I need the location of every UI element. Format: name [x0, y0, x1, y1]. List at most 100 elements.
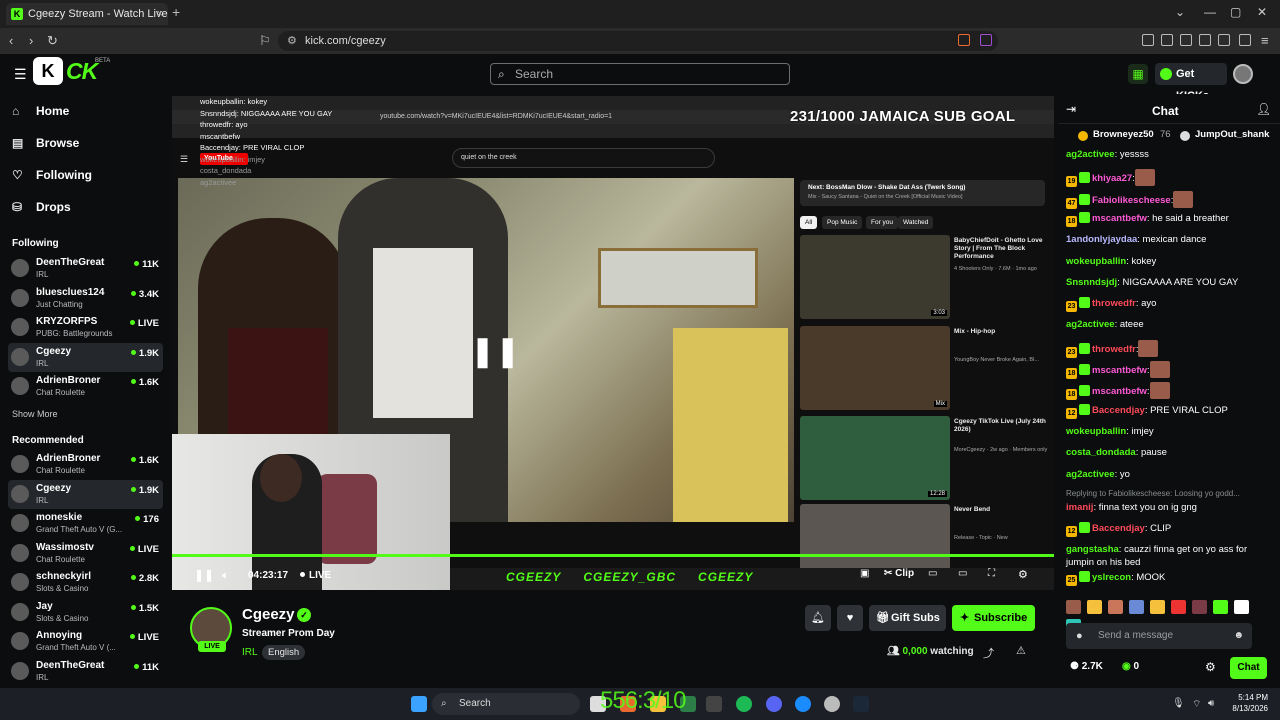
volume-icon[interactable]: 🔈︎: [222, 568, 229, 583]
wallet-icon[interactable]: [1199, 34, 1211, 46]
brave-shield-icon[interactable]: [958, 34, 970, 46]
report-icon[interactable]: ⚠: [1016, 644, 1026, 657]
quick-emote-icon[interactable]: [1171, 600, 1186, 614]
chat-message[interactable]: 23 throwedfr:: [1066, 339, 1274, 358]
chat-username[interactable]: Fabiolikescheese: [1092, 195, 1171, 206]
search-input[interactable]: ⌕ Search: [490, 63, 790, 85]
user-avatar[interactable]: [1233, 64, 1253, 84]
language-tag[interactable]: English: [262, 645, 306, 660]
chat-username[interactable]: gangstasha: [1066, 544, 1119, 555]
channel-row[interactable]: Cgeezy IRL 1.9K: [8, 479, 163, 509]
chat-message[interactable]: costa_dondada: pause: [1066, 446, 1274, 459]
channel-name[interactable]: Cgeezy: [242, 606, 295, 623]
chat-username[interactable]: mscantbefw: [1092, 213, 1147, 224]
chat-username[interactable]: throwedfr: [1092, 298, 1136, 309]
kicks-balance[interactable]: ⚈ 2.7K: [1070, 661, 1103, 672]
steam-icon[interactable]: [853, 696, 869, 712]
chat-username[interactable]: ag2activee: [1066, 319, 1115, 330]
subscribe-button[interactable]: ✦ Subscribe: [952, 605, 1035, 631]
gift-subs-button[interactable]: 🎁︎ Gift Subs: [869, 605, 946, 631]
extensions-icon[interactable]: [1142, 34, 1154, 46]
gifter-name[interactable]: JumpOut_shank: [1195, 129, 1269, 140]
chat-username[interactable]: ag2activee: [1066, 469, 1115, 480]
chat-username[interactable]: ag2activee: [1066, 149, 1115, 160]
chat-message[interactable]: 18 mscantbefw:: [1066, 361, 1274, 379]
quick-emote-icon[interactable]: [1108, 600, 1123, 614]
sidebar-item-following[interactable]: ♡ Following: [12, 168, 92, 182]
theater-icon[interactable]: ▣: [860, 568, 869, 579]
channel-points[interactable]: ◉ 0: [1122, 661, 1139, 672]
discord-icon[interactable]: [766, 696, 782, 712]
forward-icon[interactable]: ›: [29, 33, 33, 48]
gifter-name[interactable]: Browneyez50: [1093, 129, 1154, 140]
progress-bar[interactable]: [172, 554, 1054, 557]
chat-users-icon[interactable]: 👤︎: [1256, 102, 1271, 116]
chat-username[interactable]: yslrecon: [1092, 572, 1131, 583]
back-icon[interactable]: ‹: [9, 33, 13, 48]
channel-row[interactable]: bluesclues124 Just Chatting 3.4K: [8, 284, 163, 313]
channel-row[interactable]: AdrienBroner Chat Roulette 1.6K: [8, 450, 163, 479]
wifi-icon[interactable]: ⌔: [1192, 698, 1201, 711]
captions-icon[interactable]: ▭: [928, 568, 937, 579]
chat-username[interactable]: khiyaa27: [1092, 173, 1132, 184]
send-chat-button[interactable]: Chat: [1230, 657, 1267, 679]
taskbar-search[interactable]: ⌕ Search: [432, 693, 580, 715]
channel-row[interactable]: Jay Slots & Casino 1.5K: [8, 598, 163, 627]
clip-button[interactable]: ✂ Clip: [884, 568, 914, 579]
quick-emote-icon[interactable]: [1213, 600, 1228, 614]
share-icon[interactable]: ⤴: [983, 645, 994, 661]
mic-icon[interactable]: 🎙︎: [1172, 698, 1185, 709]
quick-emote-icon[interactable]: [1129, 600, 1144, 614]
settings-icon[interactable]: ⚙: [1018, 568, 1028, 581]
fullscreen-icon[interactable]: ⛶: [988, 568, 995, 579]
mini-player-icon[interactable]: ▭: [958, 568, 967, 579]
close-window-icon[interactable]: ✕: [1257, 5, 1267, 19]
channel-row[interactable]: KRYZORFPS PUBG: Battlegrounds LIVE: [8, 313, 163, 342]
chat-message[interactable]: 12 Baccendjay: CLIP: [1066, 522, 1274, 538]
emoji-picker-icon[interactable]: ☻: [1233, 623, 1244, 649]
bookmark-icon[interactable]: ⚐: [259, 33, 271, 49]
media-icon[interactable]: [1161, 34, 1173, 46]
sidebar-toggle-icon[interactable]: [1180, 34, 1192, 46]
sidebar-item-home[interactable]: ⌂ Home: [12, 104, 69, 118]
hamburger-menu-icon[interactable]: ☰: [14, 66, 27, 83]
notifications-bell-button[interactable]: 🔔︎: [805, 605, 831, 631]
chat-message[interactable]: 1andonlyjaydaa: mexican dance: [1066, 233, 1274, 246]
brave-rewards-icon[interactable]: [980, 34, 992, 46]
site-info-icon[interactable]: ⚙: [287, 31, 297, 51]
spotify-icon[interactable]: [736, 696, 752, 712]
channel-avatar[interactable]: LIVE: [190, 607, 232, 652]
chat-message[interactable]: 19 khiyaa27:: [1066, 169, 1274, 188]
chat-message[interactable]: 18 mscantbefw: he said a breather: [1066, 211, 1274, 227]
chat-username[interactable]: wokeupballin: [1066, 426, 1126, 437]
chat-username[interactable]: 1andonlyjaydaa: [1066, 234, 1137, 245]
chat-message[interactable]: 12 Baccendjay: PRE VIRAL CLOP: [1066, 403, 1274, 419]
chat-message[interactable]: ag2activee: yo: [1066, 468, 1274, 481]
chat-message-input[interactable]: ● Send a message ☻: [1066, 623, 1252, 649]
video-player[interactable]: youtube.com/watch?v=MKi7ucIEUE4&list=RDM…: [172, 96, 1054, 590]
channel-row[interactable]: DeenTheGreat IRL 11K: [8, 657, 163, 686]
channel-row[interactable]: AdrienBroner Chat Roulette 1.6K: [8, 372, 163, 401]
url-field[interactable]: ⚙ kick.com/cgeezy: [278, 31, 998, 51]
get-kicks-button[interactable]: Get KICKs: [1155, 63, 1227, 102]
close-tab-icon[interactable]: ×: [157, 3, 163, 25]
chat-message[interactable]: Snsnndsjdj: NIGGAAAA ARE YOU GAY: [1066, 276, 1274, 289]
menu-icon[interactable]: ≡: [1261, 33, 1269, 48]
chat-settings-icon[interactable]: ⚙: [1205, 660, 1216, 674]
chat-message[interactable]: 23 throwedfr: ayo: [1066, 297, 1274, 313]
reload-icon[interactable]: ↻: [47, 33, 58, 49]
chat-message[interactable]: gangstasha: cauzzi finna get on yo ass f…: [1066, 543, 1274, 569]
leo-ai-icon[interactable]: [1218, 34, 1230, 46]
quick-emote-icon[interactable]: [1066, 600, 1081, 614]
chat-message[interactable]: 18 mscantbefw:: [1066, 382, 1274, 401]
collapse-chat-icon[interactable]: ⇥: [1066, 102, 1076, 116]
chat-username[interactable]: mscantbefw: [1092, 386, 1147, 397]
follow-heart-button[interactable]: ♥: [837, 605, 863, 631]
browser-tab[interactable]: K Cgeezy Stream - Watch Live o ×: [6, 3, 168, 25]
chat-username[interactable]: Baccendjay: [1092, 523, 1145, 534]
chat-username[interactable]: mscantbefw: [1092, 365, 1147, 376]
chat-message[interactable]: 47 Fabiolikescheese:: [1066, 190, 1274, 209]
quick-emote-icon[interactable]: [1150, 600, 1165, 614]
sidebar-item-browse[interactable]: ▤ Browse: [12, 136, 79, 150]
channel-row[interactable]: DeenTheGreat IRL 11K: [8, 254, 163, 283]
